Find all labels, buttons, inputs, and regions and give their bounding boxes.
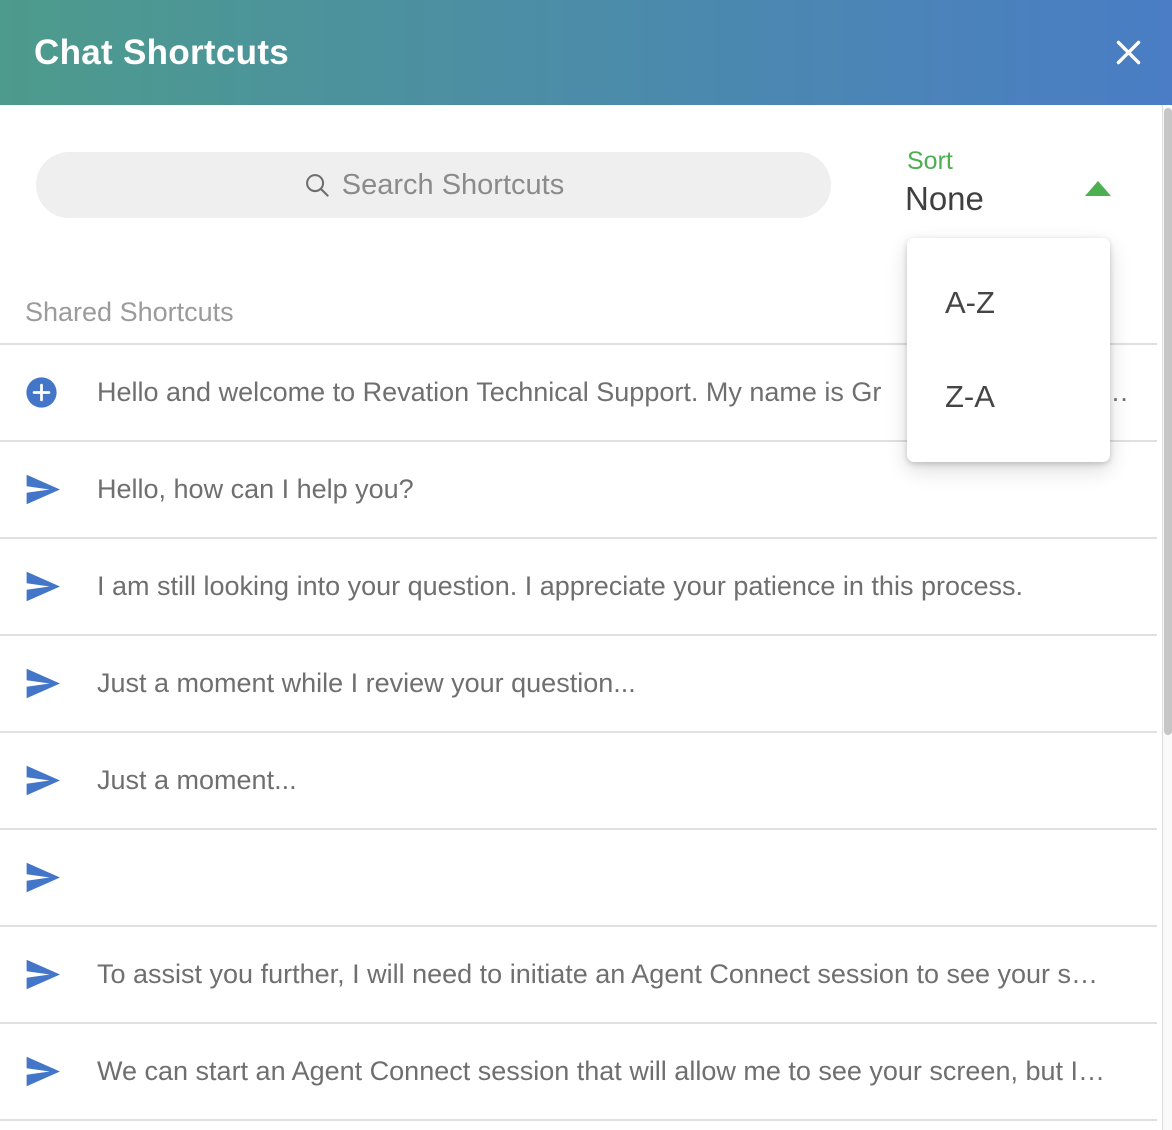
add-icon[interactable] [25, 376, 97, 409]
sort-label: Sort [907, 147, 953, 176]
shortcut-row[interactable]: We can start an Agent Connect session th… [0, 1024, 1157, 1121]
sort-value: None [905, 180, 984, 217]
shortcut-text: We can start an Agent Connect session th… [97, 1056, 1113, 1087]
scrollbar-thumb[interactable] [1164, 108, 1172, 735]
send-icon[interactable] [25, 668, 97, 699]
sort-dropdown-menu: A-Z Z-A [907, 238, 1110, 462]
scrollbar-track[interactable] [1162, 105, 1172, 1130]
caret-up-icon [1085, 181, 1111, 196]
shortcut-row[interactable]: I am still looking into your question. I… [0, 539, 1157, 636]
send-icon[interactable] [25, 571, 97, 602]
shortcut-text: I am still looking into your question. I… [97, 571, 1031, 602]
send-icon[interactable] [25, 862, 97, 893]
section-title: Shared Shortcuts [25, 297, 234, 328]
shortcut-text: Just a moment... [97, 765, 305, 796]
search-placeholder: Search Shortcuts [342, 169, 564, 202]
close-icon [1113, 37, 1144, 68]
sort-option-az[interactable]: A-Z [907, 256, 1110, 350]
shortcut-text: Hello, how can I help you? [97, 474, 422, 505]
send-icon[interactable] [25, 765, 97, 796]
shortcut-row[interactable]: Just a moment... [0, 733, 1157, 830]
shortcut-row[interactable]: To assist you further, I will need to in… [0, 927, 1157, 1024]
search-input[interactable]: Search Shortcuts [36, 152, 831, 218]
shortcut-row[interactable] [0, 830, 1157, 927]
truncation-ellipsis: … [1102, 377, 1157, 408]
shortcut-row[interactable]: Just a moment while I review your questi… [0, 636, 1157, 733]
send-icon[interactable] [25, 474, 97, 505]
shortcut-text: Just a moment while I review your questi… [97, 668, 644, 699]
shortcut-text: To assist you further, I will need to in… [97, 959, 1106, 990]
sort-option-label: A-Z [945, 285, 995, 321]
send-icon[interactable] [25, 959, 97, 990]
send-icon[interactable] [25, 1056, 97, 1087]
sort-option-za[interactable]: Z-A [907, 350, 1110, 444]
close-button[interactable] [1106, 31, 1150, 75]
sort-select[interactable]: None [905, 180, 1135, 224]
dialog-header: Chat Shortcuts [0, 0, 1172, 105]
sort-option-label: Z-A [945, 379, 995, 415]
chat-shortcuts-dialog: Chat Shortcuts Search Shortcuts Sort Non… [0, 0, 1172, 1130]
search-icon [303, 171, 332, 200]
shortcut-text: Hello and welcome to Revation Technical … [97, 377, 889, 408]
page-title: Chat Shortcuts [34, 33, 289, 73]
